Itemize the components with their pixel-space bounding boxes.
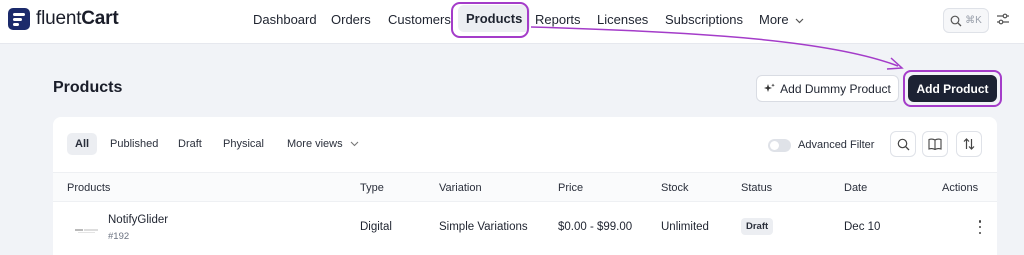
column-header-products[interactable]: Products <box>67 182 110 194</box>
search-products-button[interactable] <box>890 131 916 157</box>
tab-published[interactable]: Published <box>102 133 166 155</box>
nav-item-more[interactable]: More <box>759 12 804 27</box>
column-header-variation[interactable]: Variation <box>439 182 482 194</box>
tab-more-views[interactable]: More views <box>279 133 367 155</box>
product-name[interactable]: NotifyGlider <box>108 214 168 226</box>
product-thumbnail[interactable] <box>73 223 101 233</box>
column-header-price[interactable]: Price <box>558 182 583 194</box>
settings-icon[interactable] <box>996 12 1010 26</box>
nav-item-reports[interactable]: Reports <box>535 12 581 27</box>
column-header-stock[interactable]: Stock <box>661 182 689 194</box>
column-header-actions: Actions <box>942 182 979 194</box>
add-dummy-product-button[interactable]: Add Dummy Product <box>756 75 899 102</box>
nav-item-dashboard[interactable]: Dashboard <box>253 12 317 27</box>
sparkle-icon <box>764 83 775 92</box>
nav-item-licenses[interactable]: Licenses <box>597 12 648 27</box>
advanced-filter-label: Advanced Filter <box>798 139 875 151</box>
kebab-menu-icon[interactable] <box>978 220 982 234</box>
sort-icon <box>963 138 975 150</box>
brand-logo[interactable]: fluentCart <box>8 8 119 30</box>
column-header-type[interactable]: Type <box>360 182 384 194</box>
page-title: Products <box>53 79 123 96</box>
highlight-products-nav <box>451 2 529 38</box>
add-dummy-product-label: Add Dummy Product <box>780 81 891 96</box>
column-header-status[interactable]: Status <box>741 182 772 194</box>
tab-all[interactable]: All <box>67 133 98 155</box>
search-button[interactable]: ⌘K <box>943 8 989 33</box>
product-variation: Simple Variations <box>439 221 528 233</box>
nav-more-label: More <box>759 12 789 27</box>
chevron-down-icon <box>350 141 359 147</box>
search-icon <box>897 138 909 150</box>
brand-name: fluentCart <box>36 8 119 29</box>
sort-button[interactable] <box>956 131 982 157</box>
product-stock: Unlimited <box>661 221 709 233</box>
table-header: Products Type Variation Price Stock Stat… <box>53 172 997 202</box>
logo-icon <box>8 8 30 30</box>
products-table-card: All Published Draft Physical More views … <box>53 117 997 255</box>
status-badge: Draft <box>741 218 774 235</box>
search-shortcut: ⌘K <box>965 15 982 26</box>
tab-physical[interactable]: Physical <box>215 133 272 155</box>
product-price: $0.00 - $99.00 <box>558 221 633 233</box>
column-header-date[interactable]: Date <box>844 182 867 194</box>
product-type: Digital <box>360 221 392 233</box>
tab-draft[interactable]: Draft <box>170 133 210 155</box>
product-sku: #192 <box>108 231 130 242</box>
nav-item-orders[interactable]: Orders <box>331 12 371 27</box>
search-icon <box>950 15 962 26</box>
highlight-add-product <box>903 70 1002 107</box>
nav-item-customers[interactable]: Customers <box>388 12 451 27</box>
columns-view-button[interactable] <box>922 131 948 157</box>
chevron-down-icon <box>795 18 804 24</box>
product-date: Dec 10 <box>844 221 881 233</box>
more-views-label: More views <box>287 138 343 150</box>
nav-item-subscriptions[interactable]: Subscriptions <box>665 12 743 27</box>
advanced-filter-toggle[interactable] <box>768 139 791 152</box>
book-icon <box>928 138 942 150</box>
